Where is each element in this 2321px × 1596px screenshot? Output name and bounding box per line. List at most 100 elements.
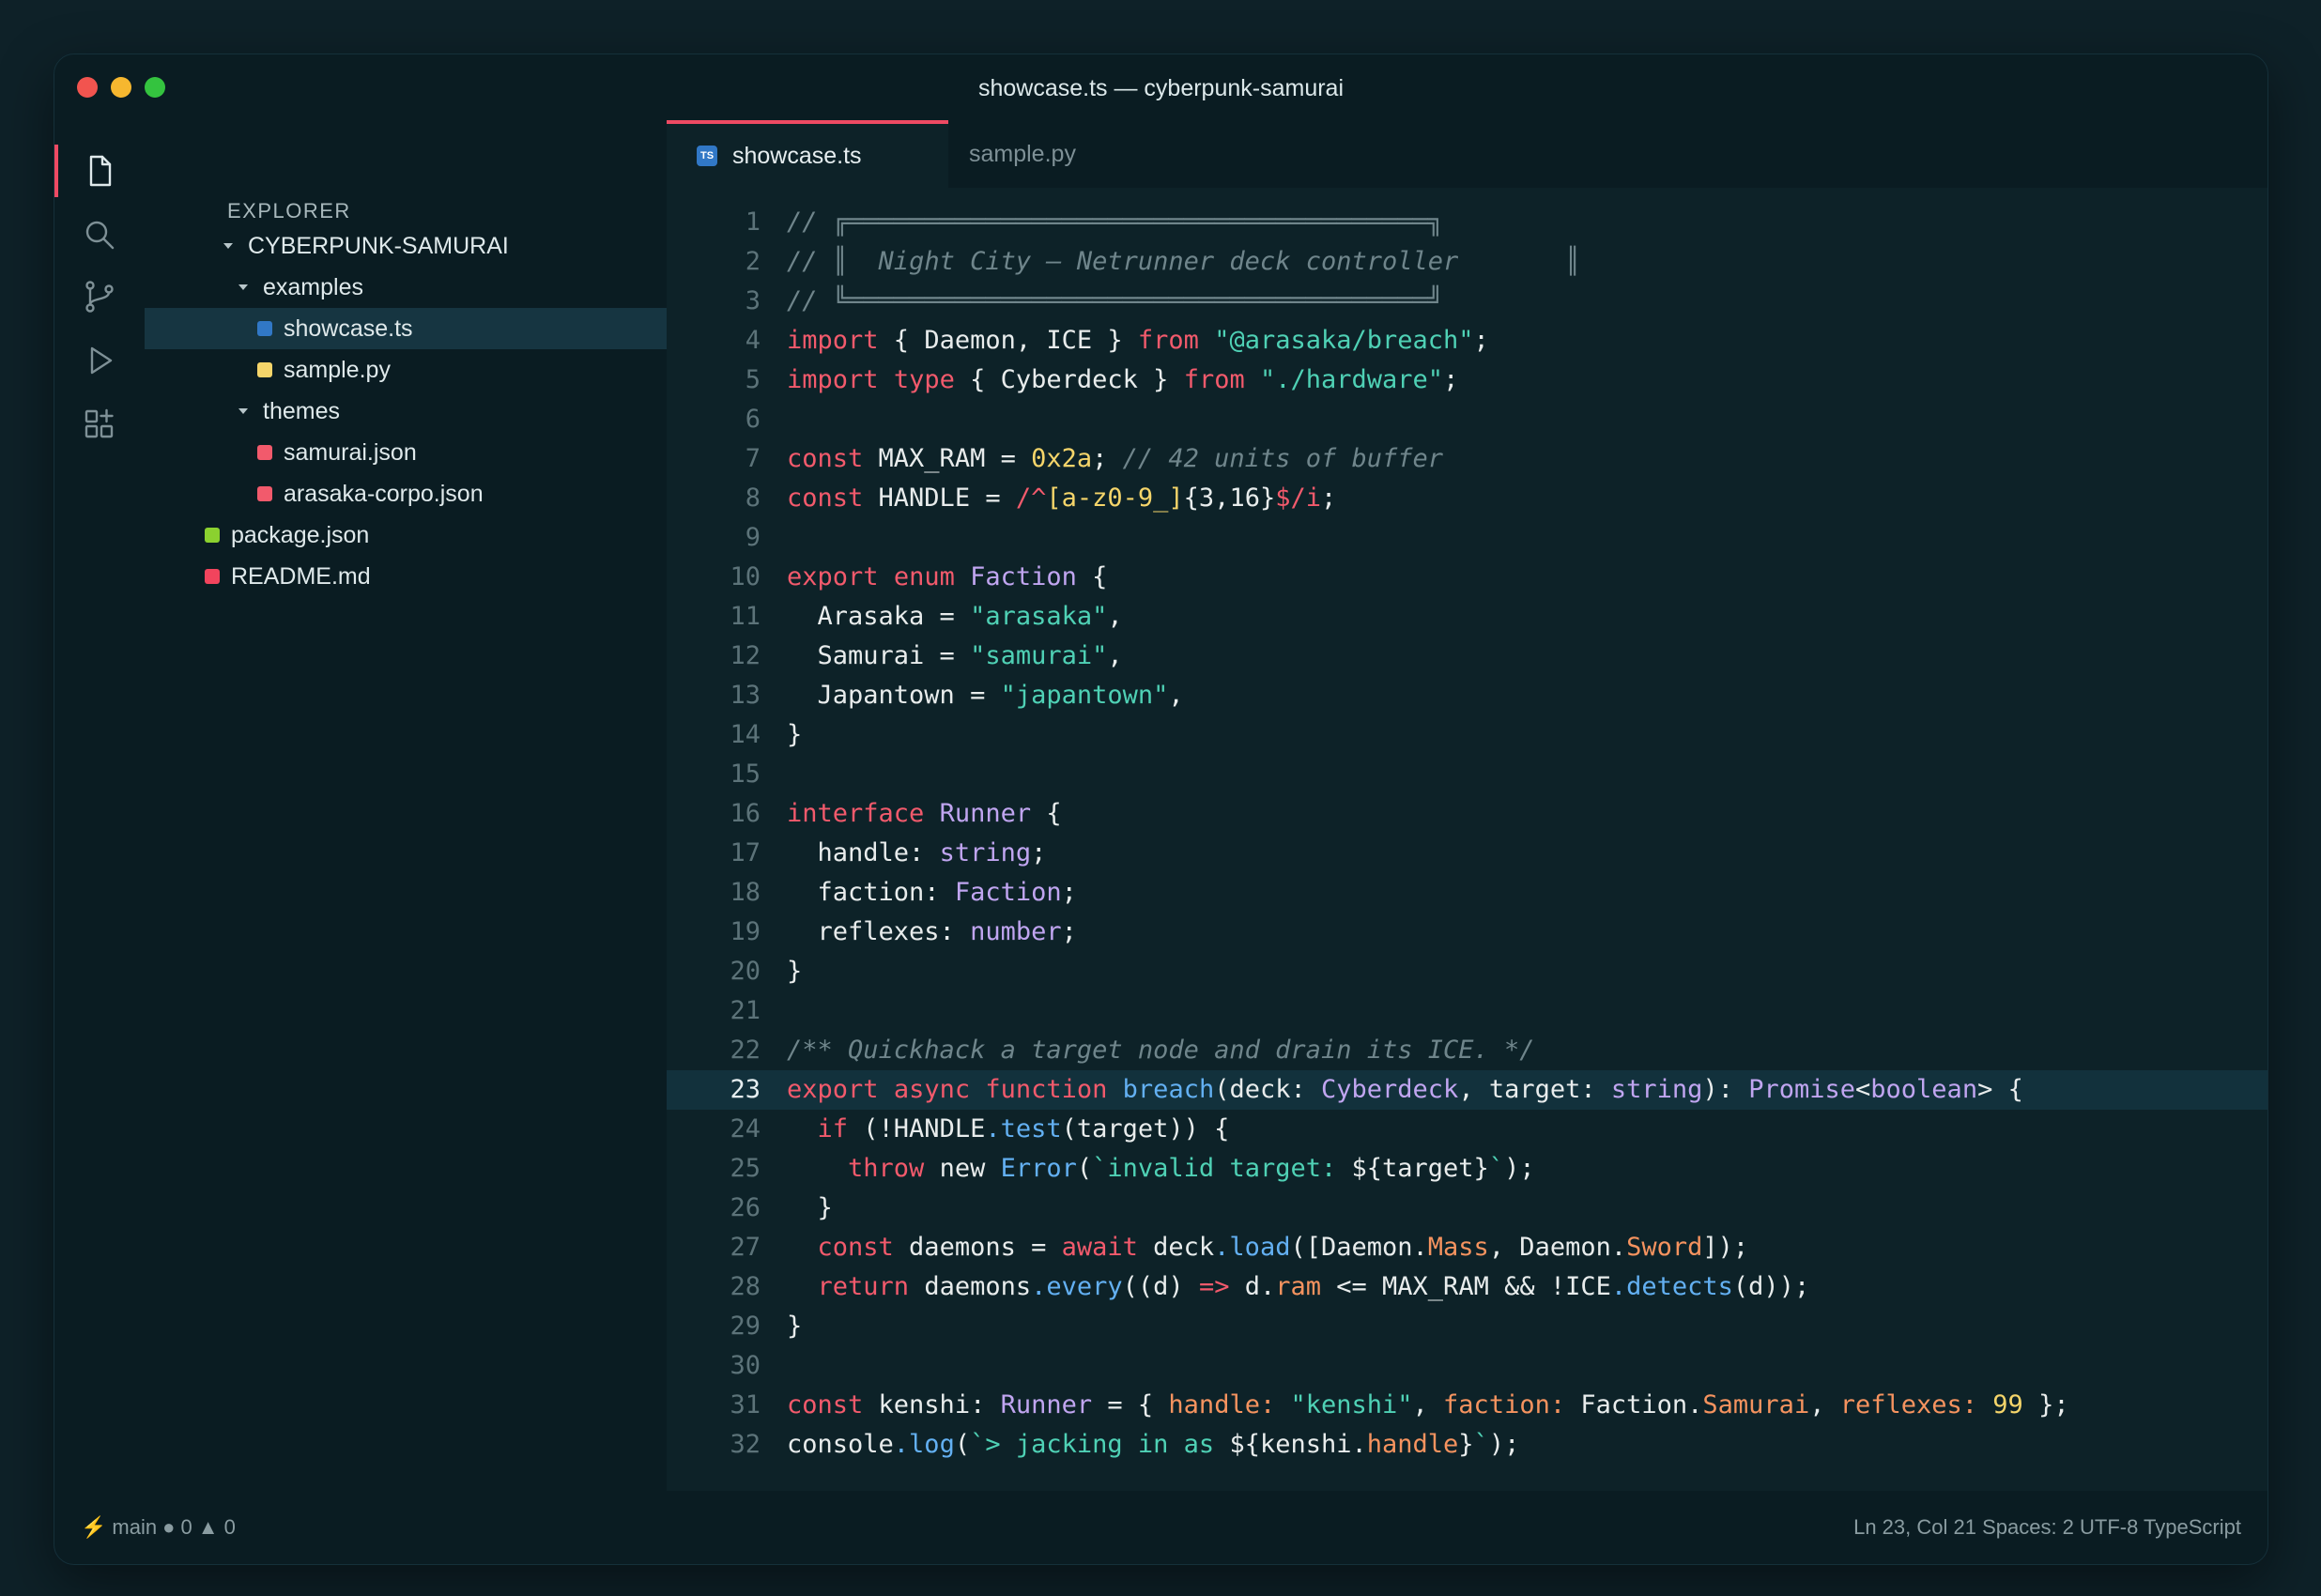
line-content: return daemons.every((d) => d.ram <= MAX…: [817, 1272, 1810, 1301]
code-line[interactable]: 3 // ╚═══════════════════════════════════…: [667, 282, 2267, 321]
code-line[interactable]: 4 import { Daemon, ICE } from "@arasaka/b…: [667, 321, 2267, 361]
line-number: 10: [730, 562, 761, 591]
tree-folder[interactable]: examples: [145, 267, 667, 308]
code-line[interactable]: 11 Arasaka = "arasaka",: [667, 597, 2267, 637]
code-line[interactable]: 2 // ║ Night City — Netrunner deck contro…: [667, 242, 2267, 282]
line-number: 22: [730, 1036, 761, 1065]
source-control-icon[interactable]: [79, 276, 120, 317]
tree-root-folder[interactable]: CYBERPUNK-SAMURAI: [145, 225, 667, 267]
line-content: import { Daemon, ICE } from "@arasaka/br…: [787, 326, 1489, 355]
tree-item-label: samurai.json: [284, 438, 417, 466]
code-line[interactable]: 16 interface Runner {: [667, 794, 2267, 834]
line-content: throw new Error(`invalid target: ${targe…: [848, 1154, 1535, 1183]
code-line[interactable]: 9: [667, 518, 2267, 558]
tree-file[interactable]: arasaka-corpo.json: [145, 473, 667, 514]
tree-item-label: sample.py: [284, 356, 391, 383]
code-line[interactable]: 10 export enum Faction {: [667, 558, 2267, 597]
warning-count[interactable]: ▲ 0: [198, 1515, 236, 1540]
window-title: showcase.ts — cyberpunk-samurai: [977, 75, 1345, 101]
line-number: 32: [730, 1430, 761, 1459]
code-line[interactable]: 22 /** Quickhack a target node and drain …: [667, 1031, 2267, 1070]
code-line[interactable]: 29}: [667, 1307, 2267, 1346]
tree-item-label: README.md: [231, 562, 371, 590]
file-type-icon: [257, 486, 272, 501]
line-content: export enum Faction {: [787, 562, 1108, 591]
code-line[interactable]: 26 }: [667, 1189, 2267, 1228]
code-line[interactable]: 5 import type { Cyberdeck } from "./hardw…: [667, 361, 2267, 400]
line-number: 15: [730, 760, 761, 789]
line-content: }: [787, 1312, 803, 1341]
tree-item-label: themes: [263, 397, 340, 424]
code-line[interactable]: 31 const kenshi: Runner = { handle: "kens…: [667, 1386, 2267, 1425]
code-line[interactable]: 23 export async function breach(deck: Cyb…: [667, 1070, 2267, 1110]
code-line[interactable]: 24 if (!HANDLE.test(target)) {: [667, 1110, 2267, 1149]
line-number: 11: [730, 602, 761, 631]
line-content: const MAX_RAM = 0x2a; // 42 units of buf…: [787, 444, 1444, 473]
line-content: Japantown = "japantown",: [787, 681, 1184, 710]
line-content: console.log(`> jacking in as ${kenshi.ha…: [787, 1430, 1520, 1459]
code-line[interactable]: 15: [667, 755, 2267, 794]
active-view-indicator: [54, 145, 58, 197]
line-number: 27: [730, 1233, 761, 1262]
line-content: const daemons = await deck.load([Daemon.…: [817, 1233, 1749, 1262]
code-line[interactable]: 25 throw new Error(`invalid target: ${ta…: [667, 1149, 2267, 1189]
chevron-down-icon: [238, 408, 248, 414]
explorer-title: EXPLORER: [227, 199, 351, 223]
code-line[interactable]: 6: [667, 400, 2267, 439]
code-line[interactable]: 8 const HANDLE = /^[a-z0-9_]{3,16}$/i;: [667, 479, 2267, 518]
code-line[interactable]: 28 return daemons.every((d) => d.ram <= …: [667, 1267, 2267, 1307]
code-line[interactable]: 7 const MAX_RAM = 0x2a; // 42 units of bu…: [667, 439, 2267, 479]
tree-file[interactable]: showcase.ts: [145, 308, 667, 349]
code-line[interactable]: 18 faction: Faction;: [667, 873, 2267, 913]
line-content: import type { Cyberdeck } from "./hardwa…: [787, 365, 1459, 394]
editor-window: showcase.ts — cyberpunk-samurai EXPLORER…: [54, 54, 2268, 1565]
line-number: 31: [730, 1390, 761, 1420]
code-line[interactable]: 30: [667, 1346, 2267, 1386]
branch-name[interactable]: main: [112, 1515, 157, 1540]
code-line[interactable]: 32 console.log(`> jacking in as ${kenshi.…: [667, 1425, 2267, 1465]
line-number: 21: [730, 996, 761, 1025]
extensions-icon[interactable]: [79, 404, 120, 445]
code-line[interactable]: 27 const daemons = await deck.load([Daem…: [667, 1228, 2267, 1267]
explorer-sidebar: EXPLORER CYBERPUNK-SAMURAI examples showc…: [145, 120, 667, 1491]
line-number: 5: [745, 365, 761, 394]
line-content: interface Runner {: [787, 799, 1062, 828]
tab-sample-py[interactable]: sample.py: [948, 120, 1145, 188]
file-type-icon: [257, 362, 272, 377]
code-line[interactable]: 21: [667, 991, 2267, 1031]
code-line[interactable]: 19 reflexes: number;: [667, 913, 2267, 952]
line-number: 13: [730, 681, 761, 710]
line-number: 23: [730, 1075, 761, 1104]
tab-showcase-ts[interactable]: TS showcase.ts: [667, 120, 948, 188]
code-editor[interactable]: 1 // ╔═══════════════════════════════════…: [667, 203, 2267, 1465]
status-info[interactable]: Ln 23, Col 21 Spaces: 2 UTF-8 TypeScript: [1853, 1515, 2241, 1540]
line-number: 30: [730, 1351, 761, 1380]
code-line[interactable]: 14}: [667, 715, 2267, 755]
run-icon[interactable]: [79, 340, 120, 381]
line-content: handle: string;: [787, 838, 1047, 867]
line-number: 16: [730, 799, 761, 828]
error-count[interactable]: ● 0: [162, 1515, 192, 1540]
code-line[interactable]: 17 handle: string;: [667, 834, 2267, 873]
line-number: 24: [730, 1114, 761, 1143]
line-content: if (!HANDLE.test(target)) {: [817, 1114, 1230, 1143]
tree-file[interactable]: samurai.json: [145, 432, 667, 473]
tree-file[interactable]: package.json: [145, 514, 667, 556]
code-line[interactable]: 13 Japantown = "japantown",: [667, 676, 2267, 715]
files-icon[interactable]: [79, 150, 120, 192]
line-content: // ╔════════════════════════════════════…: [787, 207, 1443, 237]
tree-file[interactable]: README.md: [145, 556, 667, 597]
tree-file[interactable]: sample.py: [145, 349, 667, 391]
code-line[interactable]: 1 // ╔═══════════════════════════════════…: [667, 203, 2267, 242]
chevron-down-icon: [223, 243, 233, 249]
code-line[interactable]: 12 Samurai = "samurai",: [667, 637, 2267, 676]
line-number: 12: [730, 641, 761, 670]
tree-folder[interactable]: themes: [145, 391, 667, 432]
line-number: 8: [745, 483, 761, 513]
search-icon[interactable]: [79, 214, 120, 255]
code-line[interactable]: 20}: [667, 952, 2267, 991]
file-type-icon: [205, 528, 220, 543]
status-bar: ⚡ main ● 0 ▲ 0 Ln 23, Col 21 Spaces: 2 U…: [54, 1491, 2267, 1564]
tab-bar: TS showcase.ts sample.py: [667, 120, 2267, 188]
line-content: }: [787, 720, 803, 749]
